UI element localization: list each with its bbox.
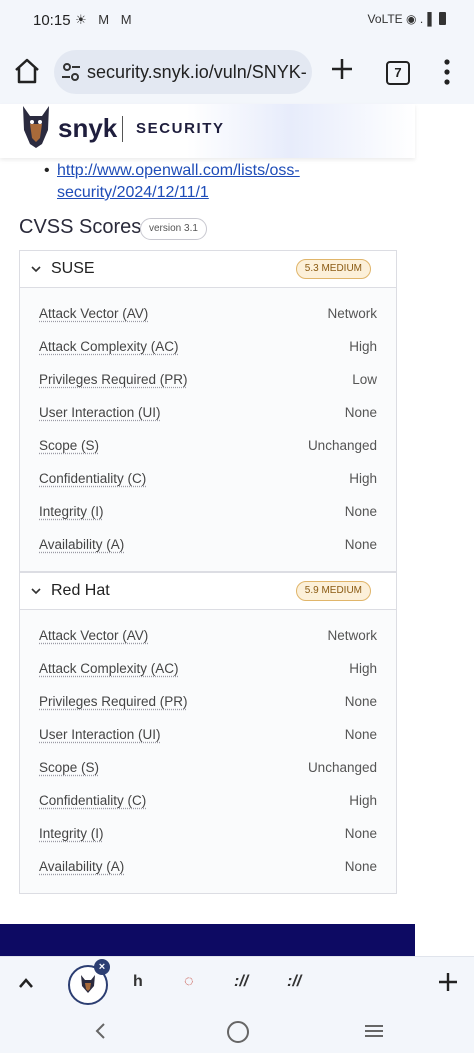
- new-tab-icon[interactable]: [330, 57, 354, 81]
- metric-label[interactable]: Attack Vector (AV): [39, 628, 148, 643]
- metric-label[interactable]: Integrity (I): [39, 826, 104, 841]
- status-bar: 10:15 ☀ M M VoLTE ◉ .▐: [0, 0, 474, 40]
- metric-row: Availability (A) None: [39, 857, 377, 879]
- metric-label[interactable]: Availability (A): [39, 859, 124, 874]
- metric-label[interactable]: Confidentiality (C): [39, 471, 146, 486]
- metric-value: Low: [352, 372, 377, 387]
- notification-icons: ☀ M M: [75, 12, 136, 27]
- vendor-name: Red Hat: [51, 582, 110, 599]
- snyk-favicon-icon: [81, 975, 95, 993]
- tab-favicon-link[interactable]: ://: [287, 973, 301, 991]
- metric-row: User Interaction (UI) None: [39, 403, 377, 425]
- metric-row: Scope (S) Unchanged: [39, 758, 377, 780]
- site-settings-icon[interactable]: [62, 62, 80, 82]
- cvss-section-title: CVSS Scores: [19, 216, 142, 238]
- cvss-panel-suse: SUSE 5.3 MEDIUM Attack Vector (AV) Networ…: [19, 250, 397, 572]
- site-header: snyk SECURITY: [0, 104, 415, 158]
- metric-row: Integrity (I) None: [39, 502, 377, 524]
- metric-row: Scope (S) Unchanged: [39, 436, 377, 458]
- metric-value: Network: [327, 306, 377, 321]
- metric-label[interactable]: User Interaction (UI): [39, 405, 161, 420]
- cvss-panel-redhat: Red Hat 5.9 MEDIUM Attack Vector (AV) Net…: [19, 572, 397, 894]
- tab-favicon-loading[interactable]: ◌: [184, 973, 194, 991]
- metric-label[interactable]: Availability (A): [39, 537, 124, 552]
- metric-row: Attack Complexity (AC) High: [39, 337, 377, 359]
- metric-label[interactable]: Privileges Required (PR): [39, 694, 188, 709]
- metric-row: Attack Complexity (AC) High: [39, 659, 377, 681]
- chevron-down-icon[interactable]: [31, 586, 41, 596]
- metric-value: High: [349, 471, 377, 486]
- metric-value: None: [344, 727, 377, 742]
- signal-icons: VoLTE ◉ .▐: [367, 12, 432, 26]
- metric-label[interactable]: User Interaction (UI): [39, 727, 161, 742]
- metric-row: Attack Vector (AV) Network: [39, 304, 377, 326]
- tab-favicon-link[interactable]: ://: [234, 973, 248, 991]
- metric-row: Privileges Required (PR) None: [39, 692, 377, 714]
- metric-row: Confidentiality (C) High: [39, 469, 377, 491]
- metric-value: None: [344, 504, 377, 519]
- metric-row: User Interaction (UI) None: [39, 725, 377, 747]
- address-bar[interactable]: security.snyk.io/vuln/SNYK-: [54, 50, 312, 94]
- metric-value: None: [344, 694, 377, 709]
- metric-value: Unchanged: [307, 438, 377, 453]
- list-bullet: •: [44, 162, 50, 179]
- metric-value: Unchanged: [307, 760, 377, 775]
- system-indicators: VoLTE ◉ .▐: [368, 12, 446, 26]
- status-time: 10:15: [33, 12, 71, 29]
- metric-label[interactable]: Scope (S): [39, 438, 99, 453]
- metric-label[interactable]: Confidentiality (C): [39, 793, 146, 808]
- metric-value: None: [344, 405, 377, 420]
- vendor-name: SUSE: [51, 260, 95, 277]
- snyk-dog-logo-icon[interactable]: [20, 104, 52, 150]
- home-icon[interactable]: [12, 56, 42, 86]
- tab-favicon-h[interactable]: h: [133, 973, 143, 991]
- system-navigation-bar: [0, 1010, 474, 1053]
- metric-label[interactable]: Attack Vector (AV): [39, 306, 148, 321]
- metric-value: None: [344, 826, 377, 841]
- severity-badge: 5.9 MEDIUM: [295, 581, 371, 601]
- metric-value: None: [344, 537, 377, 552]
- metric-row: Availability (A) None: [39, 535, 377, 557]
- metric-label[interactable]: Scope (S): [39, 760, 99, 775]
- severity-badge: 5.3 MEDIUM: [295, 259, 371, 279]
- browser-toolbar: security.snyk.io/vuln/SNYK- 7: [0, 40, 474, 104]
- metric-row: Privileges Required (PR) Low: [39, 370, 377, 392]
- metric-label[interactable]: Privileges Required (PR): [39, 372, 188, 387]
- panel-header-redhat[interactable]: Red Hat 5.9 MEDIUM: [20, 573, 396, 610]
- metric-label[interactable]: Integrity (I): [39, 504, 104, 519]
- metric-value: High: [349, 661, 377, 676]
- tab-switcher-button[interactable]: 7: [386, 61, 410, 85]
- metric-row: Integrity (I) None: [39, 824, 377, 846]
- section-name[interactable]: SECURITY: [136, 120, 225, 137]
- metric-row: Attack Vector (AV) Network: [39, 626, 377, 648]
- brand-name[interactable]: snyk: [58, 113, 117, 144]
- chevron-up-icon[interactable]: [17, 976, 35, 990]
- header-divider: [122, 116, 123, 142]
- chevron-down-icon[interactable]: [31, 264, 41, 274]
- metric-value: Network: [327, 628, 377, 643]
- metric-label[interactable]: Attack Complexity (AC): [39, 661, 179, 676]
- metric-row: Confidentiality (C) High: [39, 791, 377, 813]
- metric-value: High: [349, 793, 377, 808]
- close-tab-icon[interactable]: ×: [94, 959, 110, 975]
- panel-header-suse[interactable]: SUSE 5.3 MEDIUM: [20, 251, 396, 288]
- battery-icon: [439, 12, 446, 25]
- cvss-version-badge: version 3.1: [140, 218, 207, 240]
- bottom-tab-strip: × h ◌ :// ://: [0, 956, 474, 1011]
- more-menu-icon[interactable]: [440, 58, 454, 86]
- active-tab-favicon[interactable]: ×: [68, 959, 110, 1005]
- metric-value: None: [344, 859, 377, 874]
- recent-apps-icon[interactable]: [364, 1024, 384, 1038]
- reference-link[interactable]: http://www.openwall.com/lists/oss-securi…: [57, 160, 317, 204]
- back-icon[interactable]: [93, 1022, 107, 1040]
- page-footer-band: [0, 924, 415, 958]
- home-nav-icon[interactable]: [227, 1021, 249, 1043]
- url-text[interactable]: security.snyk.io/vuln/SNYK-: [87, 62, 307, 83]
- metric-label[interactable]: Attack Complexity (AC): [39, 339, 179, 354]
- metric-value: High: [349, 339, 377, 354]
- add-tab-icon[interactable]: [438, 972, 458, 992]
